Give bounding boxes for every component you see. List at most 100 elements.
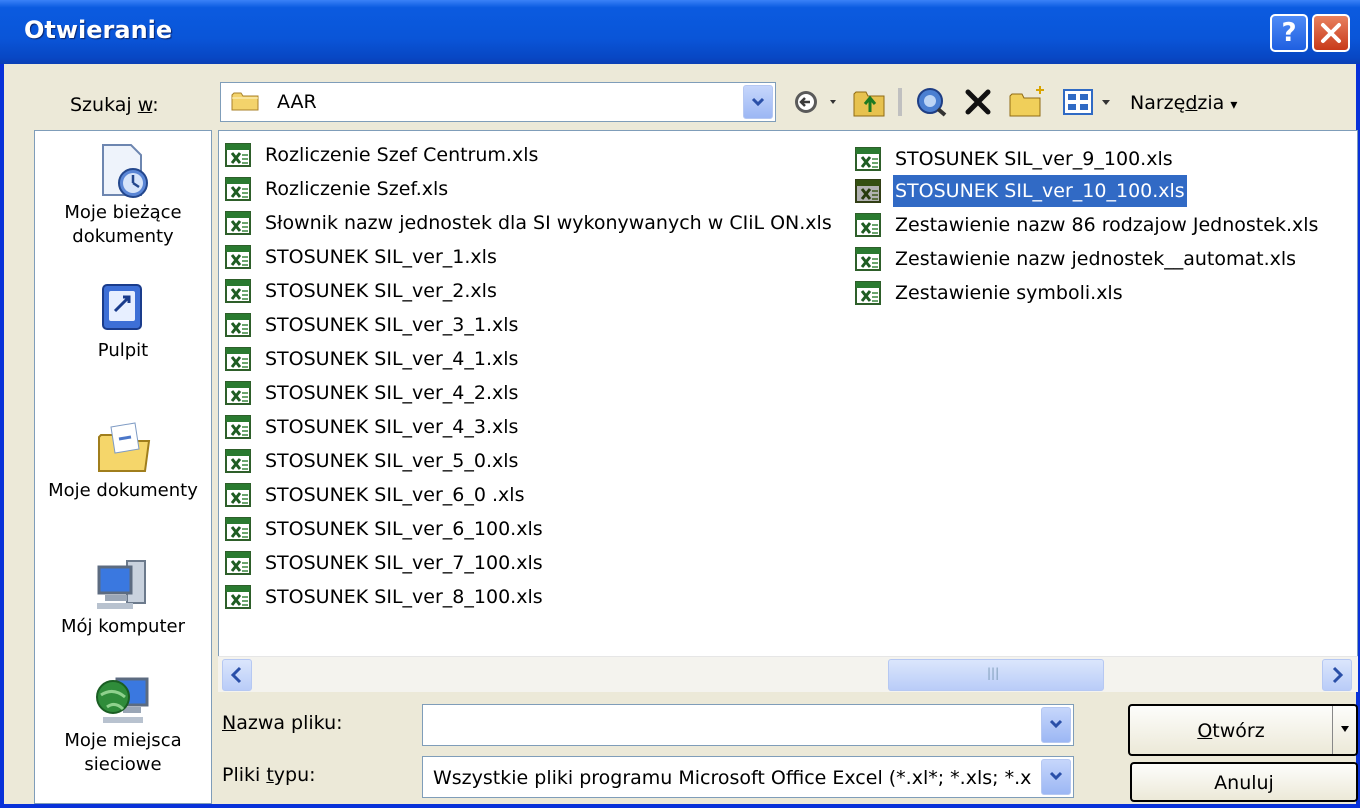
views-grid-icon xyxy=(1063,89,1110,115)
recent-documents-icon xyxy=(93,141,153,198)
excel-file-icon xyxy=(225,415,251,439)
place-label: dokumenty xyxy=(72,226,174,247)
excel-file-icon xyxy=(225,177,251,201)
place-label: Moje dokumenty xyxy=(48,480,198,501)
file-name: STOSUNEK SIL_ver_10_100.xls xyxy=(892,174,1188,208)
chevron-down-icon xyxy=(1049,719,1063,729)
chevron-down-icon xyxy=(1049,771,1063,781)
filename-dropdown-button[interactable] xyxy=(1041,707,1071,743)
views-button[interactable] xyxy=(1060,82,1126,122)
desktop-icon xyxy=(93,279,153,335)
my-computer-icon xyxy=(93,555,153,611)
places-bar: Moje bieżące dokumenty Pulpit Moje dokum… xyxy=(34,130,212,804)
excel-file-icon xyxy=(225,245,251,269)
new-folder-icon xyxy=(1009,86,1044,117)
file-name: STOSUNEK SIL_ver_3_1.xls xyxy=(265,314,519,336)
tools-menu-button[interactable]: Narzędzia ▾ xyxy=(1130,92,1237,114)
my-documents-icon xyxy=(93,419,153,475)
filetype-combo[interactable]: Wszystkie pliki programu Microsoft Offic… xyxy=(422,756,1074,798)
filetype-label: Pliki typu: xyxy=(222,764,316,786)
toolbar-separator xyxy=(898,88,902,116)
excel-file-icon xyxy=(225,347,251,371)
file-name: STOSUNEK SIL_ver_4_1.xls xyxy=(265,348,519,370)
file-name: STOSUNEK SIL_ver_6_100.xls xyxy=(265,518,543,540)
folder-icon xyxy=(231,92,259,111)
excel-file-icon xyxy=(225,483,251,507)
delete-x-icon xyxy=(965,89,991,115)
chevron-down-icon xyxy=(751,97,765,107)
place-network-places[interactable]: Moje miejsca sieciowe xyxy=(35,669,211,777)
place-my-computer[interactable]: Mój komputer xyxy=(35,555,211,639)
network-places-icon xyxy=(93,669,153,725)
place-label: sieciowe xyxy=(84,754,162,775)
place-label: Moje bieżące xyxy=(64,202,182,223)
back-button[interactable] xyxy=(792,82,846,122)
place-label: Moje miejsca xyxy=(64,730,182,751)
cancel-button[interactable]: Anuluj xyxy=(1130,762,1358,802)
file-name: Zestawienie nazw 86 rodzajow Jednostek.x… xyxy=(895,214,1319,236)
folder-up-icon xyxy=(853,91,885,117)
excel-file-icon xyxy=(225,211,251,235)
excel-file-icon xyxy=(225,517,251,541)
filetype-value: Wszystkie pliki programu Microsoft Offic… xyxy=(433,767,1033,789)
excel-file-icon xyxy=(225,585,251,609)
help-button[interactable]: ? xyxy=(1270,14,1308,52)
close-button[interactable] xyxy=(1312,14,1350,52)
place-label: Mój komputer xyxy=(61,616,185,637)
place-label: Pulpit xyxy=(97,340,149,361)
file-name: STOSUNEK SIL_ver_5_0.xls xyxy=(265,450,519,472)
back-arrow-icon xyxy=(795,91,836,113)
excel-file-icon xyxy=(855,179,881,203)
close-icon xyxy=(1321,23,1341,43)
create-new-folder-button[interactable] xyxy=(1006,82,1050,122)
open-button-label: Otwórz xyxy=(1197,720,1265,742)
lookin-value: AAR xyxy=(277,91,317,113)
scroll-right-button[interactable] xyxy=(1322,659,1352,691)
chevron-down-icon: ▾ xyxy=(1230,97,1238,113)
chevron-left-icon xyxy=(230,666,242,684)
filetype-dropdown-button[interactable] xyxy=(1041,759,1071,795)
place-desktop[interactable]: Pulpit xyxy=(35,279,211,363)
file-name: STOSUNEK SIL_ver_9_100.xls xyxy=(895,148,1173,170)
file-name: STOSUNEK SIL_ver_4_2.xls xyxy=(265,382,519,404)
filename-label: Nazwa pliku: xyxy=(222,712,343,734)
scrollbar-thumb[interactable]: ||| xyxy=(888,659,1104,691)
excel-file-icon xyxy=(225,449,251,473)
title-bar[interactable]: Otwieranie ? xyxy=(0,0,1360,64)
excel-file-icon xyxy=(225,313,251,337)
file-name: Słownik nazw jednostek dla SI wykonywany… xyxy=(265,212,832,234)
lookin-combo[interactable]: AAR xyxy=(220,82,776,122)
grip-icon: ||| xyxy=(987,666,1000,680)
excel-file-icon xyxy=(855,281,881,305)
globe-search-icon xyxy=(917,88,947,117)
lookin-dropdown-button[interactable] xyxy=(743,85,773,119)
excel-file-icon xyxy=(225,279,251,303)
lookin-label: Szukaj w: xyxy=(70,94,159,116)
place-recent-documents[interactable]: Moje bieżące dokumenty xyxy=(35,141,211,249)
open-options-button[interactable] xyxy=(1332,706,1356,754)
file-name: Zestawienie symboli.xls xyxy=(895,282,1123,304)
file-name: Rozliczenie Szef Centrum.xls xyxy=(265,144,539,166)
search-web-button[interactable] xyxy=(912,82,952,122)
open-button[interactable]: Otwórz xyxy=(1128,704,1358,756)
up-one-level-button[interactable] xyxy=(850,82,890,122)
file-name: Rozliczenie Szef.xls xyxy=(265,178,449,200)
question-mark-icon: ? xyxy=(1281,18,1297,48)
excel-file-icon xyxy=(225,143,251,167)
dialog-title: Otwieranie xyxy=(24,16,173,44)
excel-file-icon xyxy=(855,147,881,171)
file-name: Zestawienie nazw jednostek__automat.xls xyxy=(895,248,1297,270)
open-dialog: Otwieranie ? Szukaj w: AAR Narzędzia ▾ M… xyxy=(0,0,1360,808)
delete-button[interactable] xyxy=(960,82,996,122)
file-name: STOSUNEK SIL_ver_6_0 .xls xyxy=(265,484,525,506)
chevron-right-icon xyxy=(1332,666,1344,684)
horizontal-scrollbar[interactable]: ||| xyxy=(218,656,1358,692)
file-name: STOSUNEK SIL_ver_4_3.xls xyxy=(265,416,519,438)
chevron-down-icon xyxy=(1340,726,1349,732)
file-list[interactable]: Rozliczenie Szef Centrum.xls Rozliczenie… xyxy=(218,130,1358,692)
filename-input[interactable] xyxy=(422,704,1074,746)
place-my-documents[interactable]: Moje dokumenty xyxy=(35,419,211,503)
excel-file-icon xyxy=(855,213,881,237)
file-name: STOSUNEK SIL_ver_8_100.xls xyxy=(265,586,543,608)
scroll-left-button[interactable] xyxy=(222,659,252,691)
